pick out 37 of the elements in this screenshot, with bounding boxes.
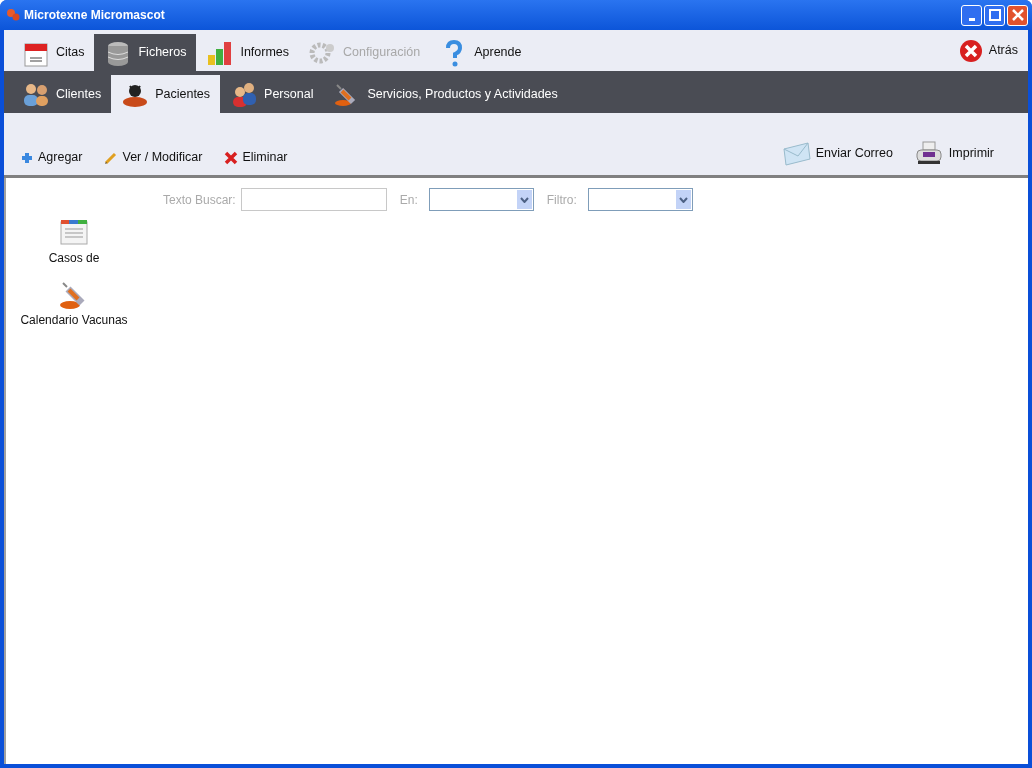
pencil-icon <box>104 150 119 165</box>
main-tab[interactable]: Citas <box>12 34 95 71</box>
send-mail-button[interactable]: Enviar Correo <box>781 139 893 167</box>
minimize-button[interactable] <box>961 4 982 26</box>
app-logo-icon <box>6 8 20 22</box>
in-label: En: <box>399 191 418 209</box>
cross-icon <box>224 150 239 165</box>
maximize-icon <box>988 9 1001 21</box>
envelope-icon <box>781 139 812 167</box>
filter-label: Filtro: <box>546 191 577 209</box>
shortcut-button[interactable]: Casos de <box>6 217 142 267</box>
window-title: Microtexne Micromascot <box>24 7 165 24</box>
sub-tab[interactable]: Servicios, Productos y Actividades <box>323 75 568 113</box>
sub-tab[interactable]: Pacientes <box>111 75 221 113</box>
search-label: Texto Buscar: <box>163 191 236 209</box>
print-button[interactable]: Imprimir <box>914 139 994 167</box>
filter-dropdown[interactable] <box>587 188 693 211</box>
minimize-icon <box>968 17 975 21</box>
edit-button[interactable]: Ver / Modificar <box>104 148 203 167</box>
close-icon <box>1011 9 1024 21</box>
in-dropdown[interactable] <box>428 188 534 211</box>
add-button[interactable]: Agregar <box>20 148 83 167</box>
staff-icon <box>230 80 259 108</box>
back-button[interactable]: Atrás <box>948 32 1028 69</box>
printer-icon <box>914 139 945 167</box>
plus-icon <box>20 150 34 165</box>
sub-tab[interactable]: Personal <box>220 75 324 113</box>
maximize-button[interactable] <box>984 4 1005 26</box>
close-button[interactable] <box>1007 4 1028 26</box>
main-tab[interactable]: Ficheros <box>94 34 197 71</box>
shortcut-button[interactable]: Calendario Vacunas <box>6 279 142 329</box>
delete-button[interactable]: Eliminar <box>224 148 288 167</box>
sub-tab[interactable]: Clientes <box>12 75 112 113</box>
close-icon <box>958 38 983 63</box>
main-tab[interactable]: Informes <box>196 34 300 71</box>
search-field[interactable] <box>240 188 387 211</box>
main-tab[interactable]: Aprende <box>430 34 532 71</box>
